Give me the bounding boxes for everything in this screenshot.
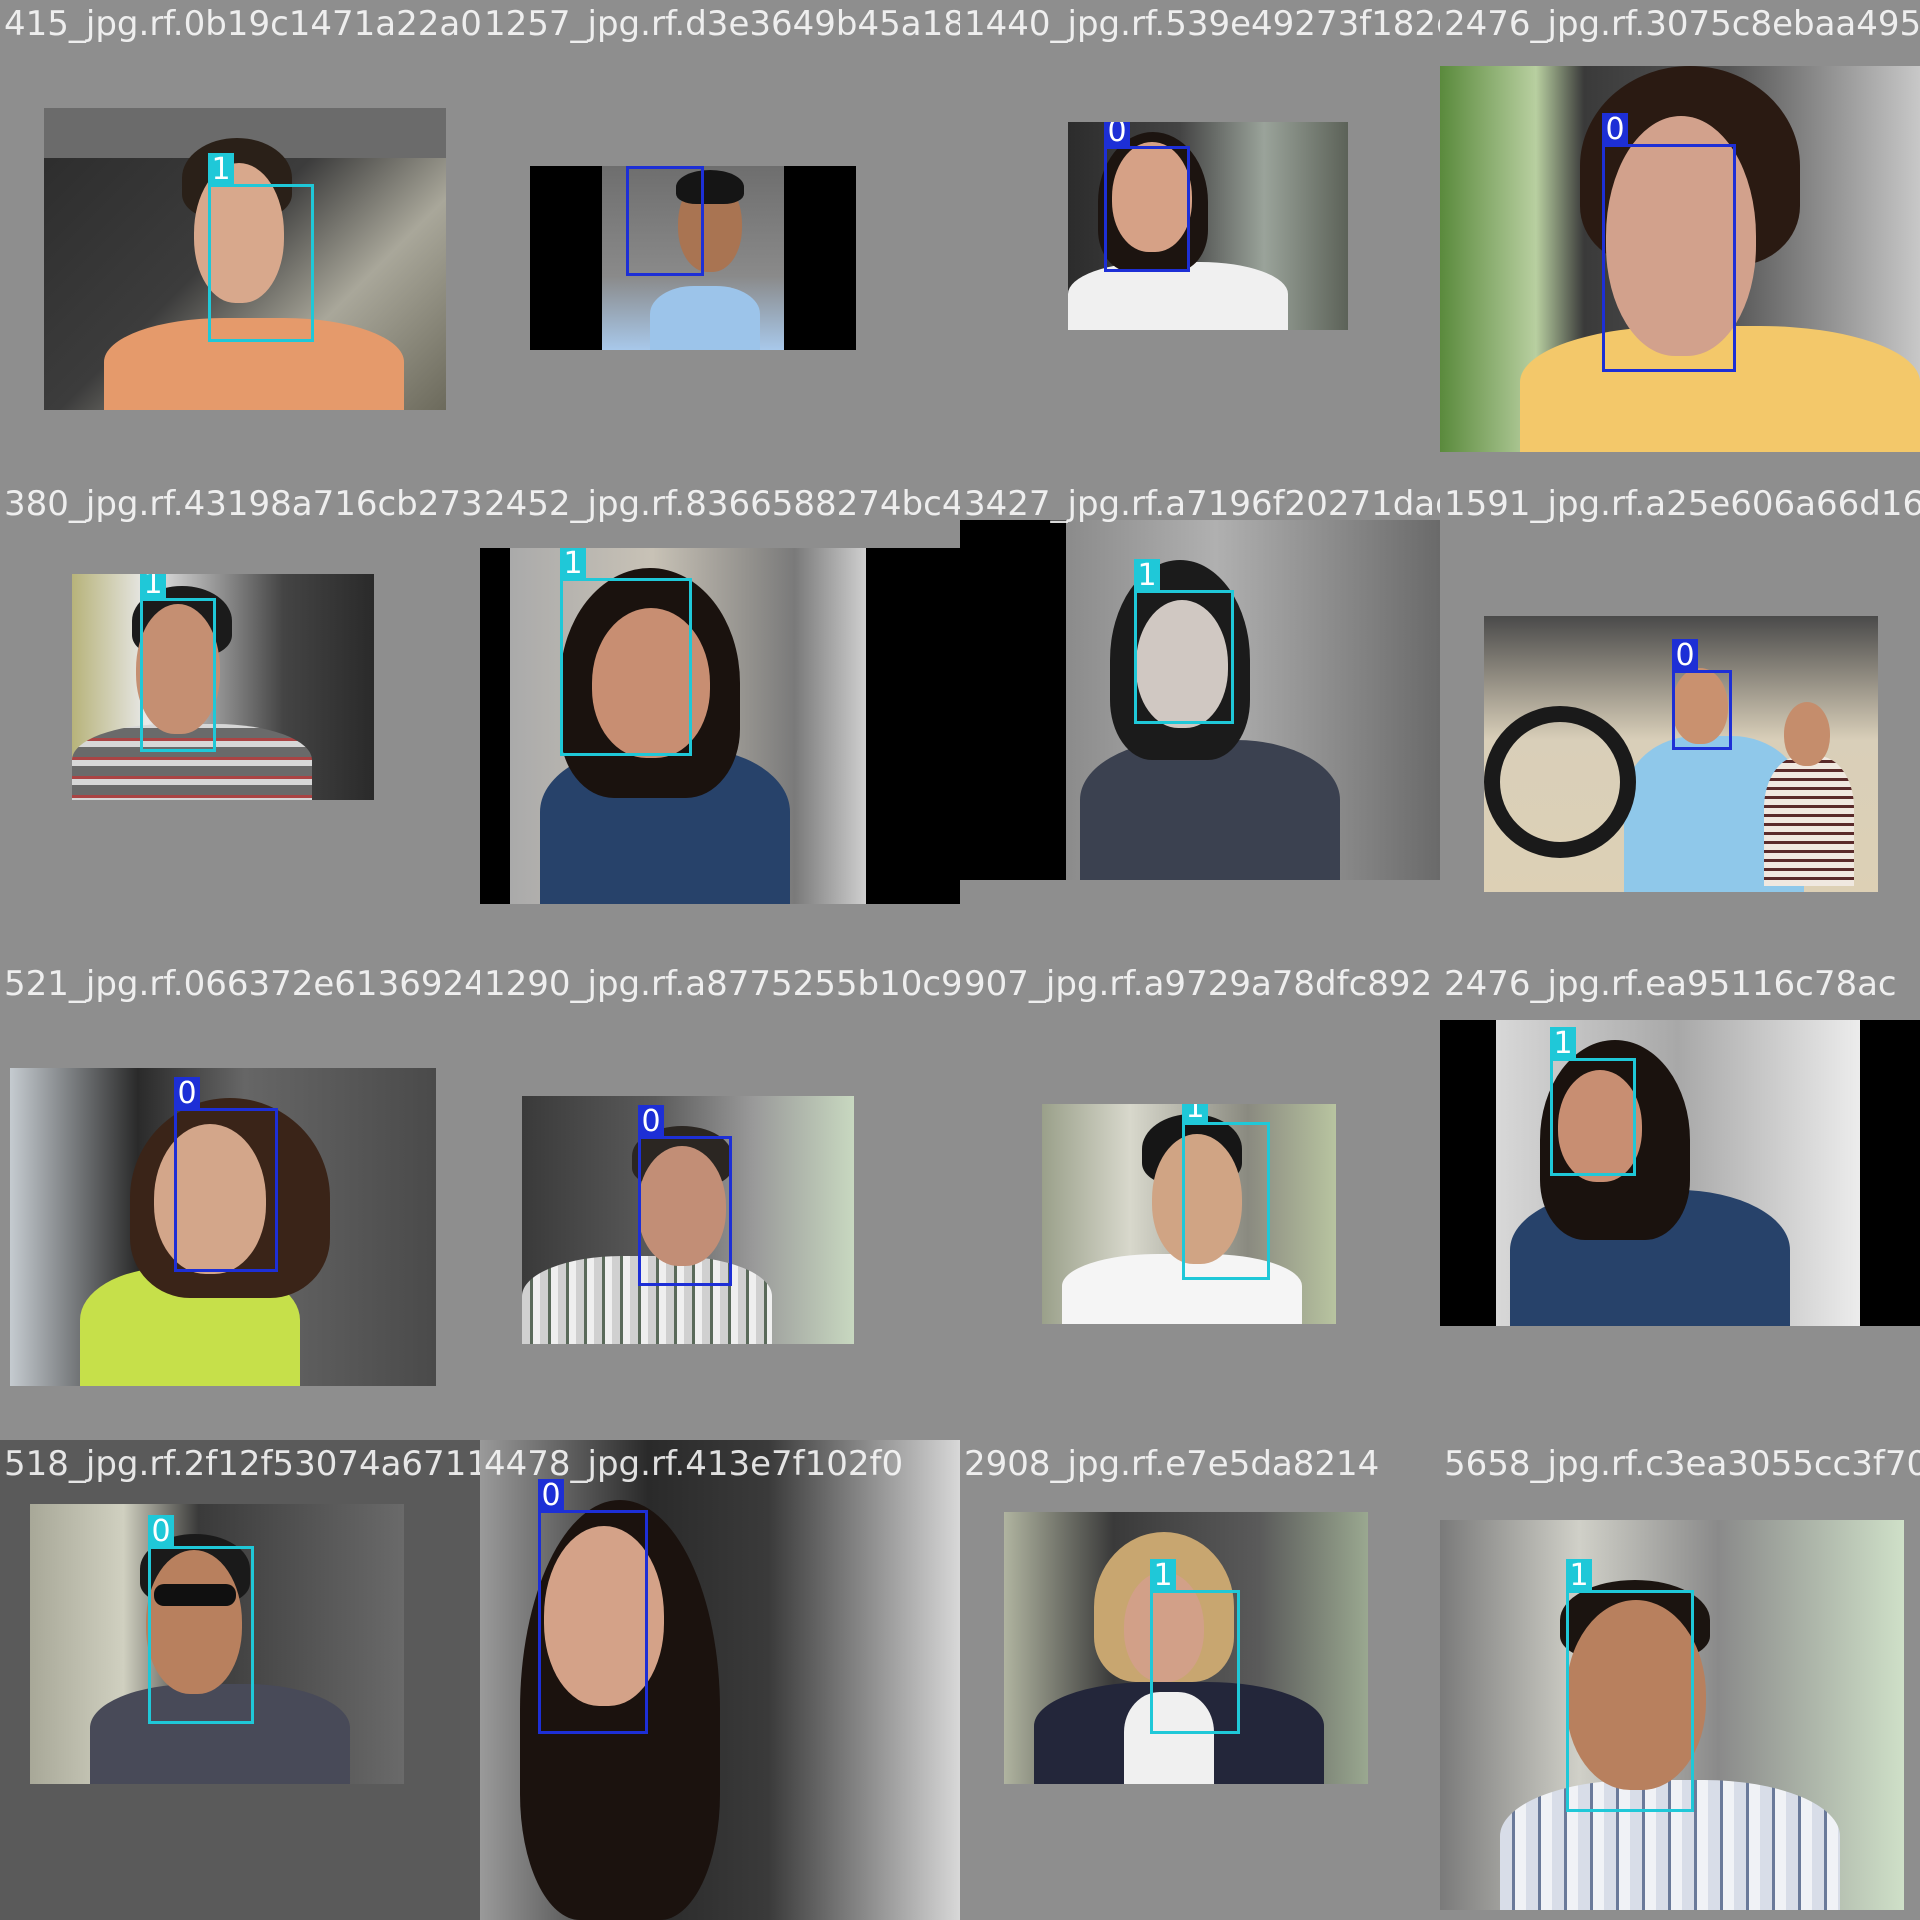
- class-label: 1: [1550, 1027, 1576, 1061]
- class-label: 1: [1182, 1104, 1208, 1125]
- class-label: 1: [1134, 559, 1160, 593]
- bbox: 1: [560, 548, 692, 756]
- class-label: 0: [626, 166, 652, 169]
- bbox: 0: [1104, 122, 1190, 272]
- filename: 1591_jpg.rf.a25e606a66d16c32: [1444, 484, 1920, 524]
- tile: 0 2476_jpg.rf.3075c8ebaa49568: [1440, 0, 1920, 480]
- class-label: 1: [1566, 1559, 1592, 1593]
- tile: 1 380_jpg.rf.43198a716cb273: [0, 480, 480, 960]
- bbox: 0: [1672, 639, 1732, 750]
- bbox: 1: [1550, 1027, 1636, 1176]
- class-label: 1: [1150, 1559, 1176, 1593]
- mosaic-grid: 1 415_jpg.rf.0b19c1471a22a0 0 1257_jpg.r…: [0, 0, 1920, 1920]
- class-label: 0: [538, 1479, 564, 1513]
- bbox: 0: [148, 1515, 254, 1724]
- filename: 907_jpg.rf.a9729a78dfc892: [964, 964, 1433, 1004]
- tile: 1 5658_jpg.rf.c3ea3055cc3f7010: [1440, 1440, 1920, 1920]
- filename: 5658_jpg.rf.c3ea3055cc3f7010: [1444, 1444, 1920, 1484]
- photo: 1: [960, 520, 1440, 880]
- photo: 0: [1440, 66, 1920, 452]
- class-label: 1: [208, 153, 234, 187]
- class-label: 1: [140, 574, 166, 601]
- photo: 0: [522, 1096, 854, 1344]
- filename: 2908_jpg.rf.e7e5da8214: [964, 1444, 1380, 1484]
- class-label: 0: [1104, 122, 1130, 149]
- tile: 0 4478_jpg.rf.413e7f102f0: [480, 1440, 960, 1920]
- filename: 1440_jpg.rf.539e49273f182db5: [964, 4, 1440, 44]
- photo: 0: [480, 1440, 960, 1920]
- photo: 1: [480, 548, 960, 904]
- bbox: 1: [1566, 1559, 1694, 1812]
- tile: 0 1440_jpg.rf.539e49273f182db5: [960, 0, 1440, 480]
- filename: 1290_jpg.rf.a8775255b10c903: [484, 964, 960, 1004]
- photo: 0: [530, 166, 856, 350]
- tile: 1 3427_jpg.rf.a7196f20271dad: [960, 480, 1440, 960]
- class-label: 0: [1672, 639, 1698, 673]
- bbox: 1: [208, 153, 314, 342]
- class-label: 1: [560, 548, 586, 581]
- tile: 0 1257_jpg.rf.d3e3649b45a189c: [480, 0, 960, 480]
- bbox: 1: [1150, 1559, 1240, 1734]
- filename: 4478_jpg.rf.413e7f102f0: [484, 1444, 904, 1484]
- bbox: 0: [638, 1105, 732, 1286]
- tile: 0 521_jpg.rf.066372e6136924: [0, 960, 480, 1440]
- bbox: 1: [1182, 1104, 1270, 1280]
- class-label: 0: [1602, 113, 1628, 147]
- tile: 1 2908_jpg.rf.e7e5da8214: [960, 1440, 1440, 1920]
- photo: 1: [72, 574, 374, 800]
- photo: 1: [1440, 1520, 1904, 1910]
- tile: 1 2452_jpg.rf.8366588274bc49: [480, 480, 960, 960]
- tile: 0 1591_jpg.rf.a25e606a66d16c32: [1440, 480, 1920, 960]
- filename: 2452_jpg.rf.8366588274bc49: [484, 484, 960, 524]
- filename: 3427_jpg.rf.a7196f20271dad: [964, 484, 1440, 524]
- filename: 1257_jpg.rf.d3e3649b45a189c: [484, 4, 960, 44]
- filename: 2476_jpg.rf.ea95116c78ac: [1444, 964, 1897, 1004]
- photo: 1: [1440, 1020, 1920, 1326]
- photo: 1: [44, 108, 446, 410]
- class-label: 0: [174, 1077, 200, 1111]
- photo: 0: [30, 1504, 404, 1784]
- filename: 415_jpg.rf.0b19c1471a22a0: [4, 4, 480, 44]
- filename: 518_jpg.rf.2f12f53074a6711: [4, 1444, 480, 1484]
- tile: 0 1290_jpg.rf.a8775255b10c903: [480, 960, 960, 1440]
- filename: 380_jpg.rf.43198a716cb273: [4, 484, 480, 524]
- class-label: 0: [638, 1105, 664, 1139]
- bbox: 0: [626, 166, 704, 276]
- bbox: 1: [140, 574, 216, 752]
- tile: 0 518_jpg.rf.2f12f53074a6711: [0, 1440, 480, 1920]
- filename: 2476_jpg.rf.3075c8ebaa49568: [1444, 4, 1920, 44]
- tile: 1 907_jpg.rf.a9729a78dfc892: [960, 960, 1440, 1440]
- photo: 1: [1042, 1104, 1336, 1324]
- bbox: 0: [1602, 113, 1736, 372]
- tile: 1 2476_jpg.rf.ea95116c78ac: [1440, 960, 1920, 1440]
- bbox: 0: [538, 1479, 648, 1734]
- class-label: 0: [148, 1515, 174, 1549]
- photo: 0: [10, 1068, 436, 1386]
- tile: 1 415_jpg.rf.0b19c1471a22a0: [0, 0, 480, 480]
- bbox: 1: [1134, 559, 1234, 724]
- photo: 1: [1004, 1512, 1368, 1784]
- photo: 0: [1484, 616, 1878, 892]
- photo: 0: [1068, 122, 1348, 330]
- filename: 521_jpg.rf.066372e6136924: [4, 964, 480, 1004]
- bbox: 0: [174, 1077, 278, 1272]
